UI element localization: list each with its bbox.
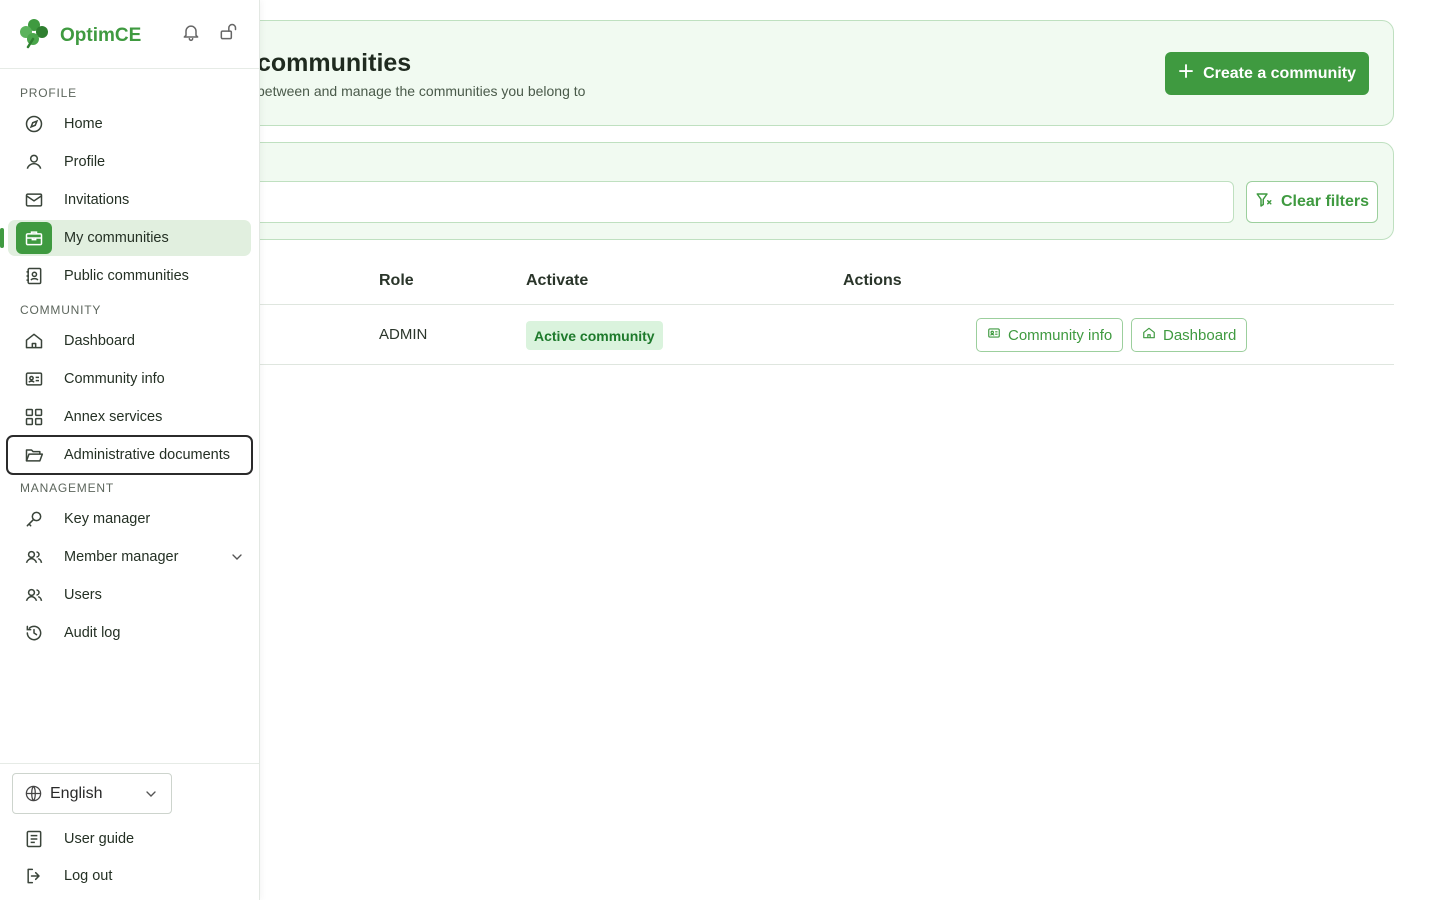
section-label-management: MANAGEMENT (20, 481, 115, 495)
dashboard-label: Dashboard (1163, 326, 1237, 344)
sidebar-item-label: Key manager (64, 511, 151, 527)
user-guide-link[interactable]: User guide (8, 823, 251, 855)
user-guide-label: User guide (64, 831, 135, 847)
log-out-link[interactable]: Log out (8, 860, 251, 892)
language-select[interactable]: English (12, 773, 172, 814)
communities-table: Role Activate Actions ADMIN Active commu… (200, 258, 1394, 365)
community-info-label: Community info (1008, 326, 1113, 344)
contact-book-icon (24, 266, 44, 286)
bottom-divider (0, 763, 259, 764)
user-icon (24, 152, 44, 172)
key-icon (24, 509, 44, 529)
sidebar-item-community-info[interactable]: Community info (8, 361, 251, 397)
page-title: communities (257, 49, 412, 77)
section-label-profile: PROFILE (20, 86, 77, 100)
book-icon (24, 829, 44, 849)
sidebar-item-label: Audit log (64, 625, 121, 641)
create-community-button[interactable]: Create a community (1165, 52, 1369, 95)
sidebar-item-label: Member manager (64, 549, 179, 565)
language-value: English (50, 784, 103, 802)
id-card-icon (24, 369, 44, 389)
grid-icon (24, 407, 44, 427)
sidebar-item-label: Invitations (64, 192, 130, 208)
search-input[interactable] (221, 181, 1234, 223)
sidebar-item-label: Home (64, 116, 103, 132)
clear-filters-label: Clear filters (1280, 193, 1370, 210)
community-info-button[interactable]: Community info (976, 318, 1124, 352)
sidebar-item-key-manager[interactable]: Key manager (8, 501, 251, 537)
section-label-community: COMMUNITY (20, 303, 102, 317)
column-header-actions: Actions (843, 272, 902, 289)
log-out-label: Log out (64, 868, 113, 884)
sidebar-item-label: My communities (64, 230, 169, 246)
sidebar-item-label: Annex services (64, 409, 163, 425)
chevron-down-icon[interactable] (229, 549, 245, 565)
app-name: OptimCE (60, 24, 142, 46)
sidebar-item-invitations[interactable]: Invitations (8, 182, 251, 218)
folder-open-icon (24, 445, 44, 465)
brand-logo-link[interactable]: OptimCE (18, 17, 141, 54)
create-community-label: Create a community (1203, 64, 1356, 82)
briefcase-icon (24, 228, 44, 248)
unlock-icon[interactable] (218, 22, 240, 44)
users-icon (24, 585, 44, 605)
sidebar-item-profile[interactable]: Profile (8, 144, 251, 180)
sidebar-item-public-communities[interactable]: Public communities (8, 258, 251, 294)
plus-icon (1177, 62, 1195, 85)
users-icon (24, 547, 44, 567)
column-header-role: Role (379, 272, 414, 289)
history-icon (24, 623, 44, 643)
sidebar-item-home[interactable]: Home (8, 106, 251, 142)
page-subtitle: between and manage the communities you b… (257, 83, 586, 99)
sidebar-item-label: Profile (64, 154, 106, 170)
active-indicator (0, 228, 4, 248)
table-row: ADMIN Active community Community info Da… (200, 305, 1394, 365)
filter-card: Clear filters (200, 142, 1394, 240)
sidebar-item-annex-services[interactable]: Annex services (8, 399, 251, 435)
logout-icon (24, 866, 44, 886)
home-icon (24, 331, 44, 351)
page-header-card: communities between and manage the commu… (200, 20, 1394, 126)
clover-logo-icon (18, 17, 50, 54)
column-header-activate: Activate (526, 272, 589, 289)
id-card-icon (987, 326, 1001, 344)
sidebar: OptimCE PROFILE Home Profile Invitations… (0, 0, 260, 900)
sidebar-item-member-manager[interactable]: Member manager (8, 539, 251, 575)
sidebar-item-label: Users (64, 587, 102, 603)
sidebar-item-users[interactable]: Users (8, 577, 251, 613)
sidebar-item-label: Dashboard (64, 333, 135, 349)
globe-icon (24, 784, 43, 803)
sidebar-item-label: Community info (64, 371, 165, 387)
sidebar-item-administrative-documents[interactable]: Administrative documents (6, 435, 253, 475)
clear-filters-button[interactable]: Clear filters (1246, 181, 1378, 223)
sidebar-item-my-communities[interactable]: My communities (0, 220, 251, 256)
sidebar-item-label: Administrative documents (64, 447, 231, 463)
bell-icon[interactable] (181, 22, 203, 44)
role-cell: ADMIN (379, 326, 428, 343)
home-icon (1142, 326, 1156, 344)
mail-icon (24, 190, 44, 210)
table-header: Role Activate Actions (200, 258, 1394, 305)
sidebar-item-dashboard[interactable]: Dashboard (8, 323, 251, 359)
dashboard-button[interactable]: Dashboard (1131, 318, 1248, 352)
filter-clear-icon (1255, 191, 1273, 214)
brand-divider (0, 68, 259, 69)
compass-icon (24, 114, 44, 134)
sidebar-item-audit-log[interactable]: Audit log (8, 615, 251, 651)
sidebar-item-label: Public communities (64, 268, 189, 284)
status-badge: Active community (526, 321, 663, 350)
chevron-down-icon (143, 786, 159, 802)
